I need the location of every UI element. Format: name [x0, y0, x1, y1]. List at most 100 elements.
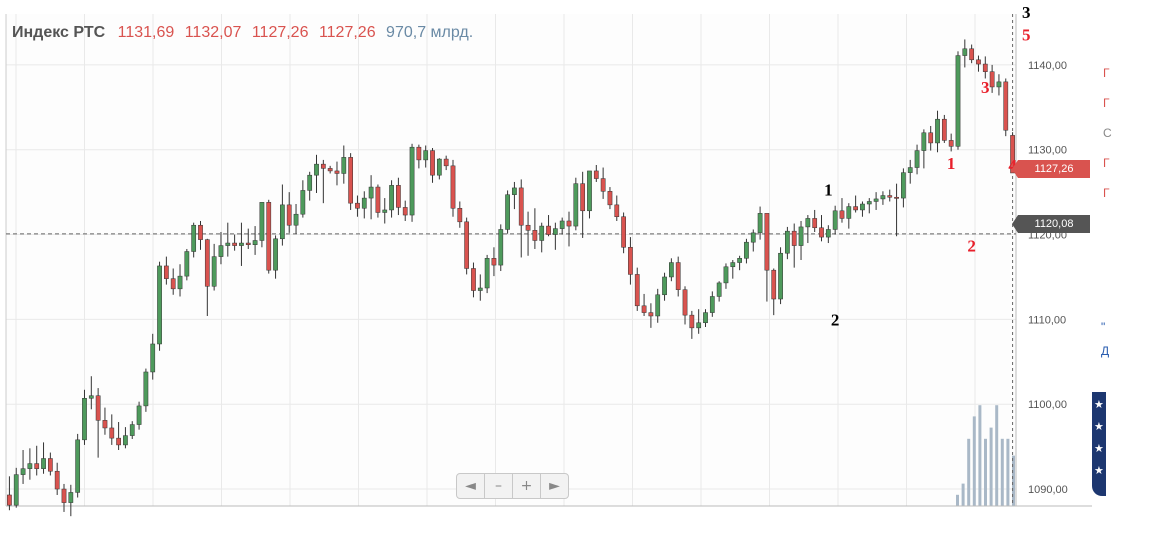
candle-body: [996, 81, 1002, 88]
candle-body: [109, 427, 115, 439]
candle-body: [382, 209, 388, 213]
candle-body: [477, 287, 483, 291]
candle-body: [68, 492, 74, 503]
volume-bar: [972, 416, 976, 506]
volume-bar: [956, 494, 959, 506]
candle-body: [293, 213, 299, 226]
side-mark: Г: [1103, 66, 1110, 80]
candle-body: [286, 204, 292, 226]
candle-body: [539, 225, 545, 241]
crosshair-price-tag: 1120,08: [1012, 215, 1090, 233]
candle-body: [703, 312, 708, 324]
candle-body: [252, 240, 258, 245]
candle-body: [457, 208, 463, 223]
candle-body: [607, 191, 613, 206]
candle-body: [402, 207, 408, 216]
candle-body: [832, 210, 838, 230]
candle-body: [641, 305, 647, 313]
volume-bar: [1012, 455, 1015, 506]
candle-body: [866, 201, 872, 205]
candle-body: [266, 202, 272, 271]
plot-area: [6, 14, 1016, 506]
candle-body: [969, 48, 975, 61]
candle-body: [812, 218, 818, 229]
candle-body: [41, 458, 46, 469]
side-panel-edge: Г Г С Г Г " Д ★ ★ ★ ★: [1092, 14, 1112, 506]
candle-body: [13, 474, 19, 506]
volume-bar: [984, 438, 987, 506]
side-link[interactable]: Д: [1101, 344, 1109, 358]
candle-body: [123, 435, 128, 446]
wave-count-label: 3: [981, 78, 990, 97]
candle-body: [573, 183, 579, 227]
candle-body: [443, 158, 449, 167]
candle-body: [948, 140, 954, 147]
candle-body: [880, 195, 886, 200]
candle-body: [259, 202, 265, 241]
candle-body: [184, 251, 190, 277]
zoom-out-button[interactable]: –: [485, 474, 513, 498]
candle-body: [860, 203, 865, 211]
candle-body: [198, 224, 203, 240]
candle-body: [307, 174, 313, 191]
y-axis-tick-label: 1130,00: [1028, 145, 1067, 157]
candle-body: [518, 187, 524, 226]
candle-body: [88, 395, 94, 399]
candle-body: [935, 118, 940, 144]
candle-body: [600, 178, 606, 192]
candle-body: [129, 424, 135, 436]
candle-body: [34, 463, 40, 469]
candle-body: [430, 150, 435, 176]
candle-body: [368, 186, 374, 199]
candle-body: [102, 420, 108, 429]
candle-body: [320, 163, 326, 169]
scroll-right-button[interactable]: ►: [541, 474, 568, 498]
low-value: 1127,26: [251, 24, 309, 41]
candle-body: [723, 266, 729, 284]
candle-body: [143, 371, 149, 407]
candle-body: [982, 63, 988, 72]
candle-body: [164, 265, 169, 279]
candle-body: [327, 168, 333, 172]
wave-count-label: 5: [1022, 25, 1031, 44]
candle-body: [177, 275, 183, 290]
side-mark: Г: [1103, 96, 1110, 110]
candle-body: [873, 198, 879, 202]
zoom-in-button[interactable]: +: [513, 474, 541, 498]
candle-body: [730, 262, 736, 268]
candle-body: [805, 218, 811, 228]
candle-body: [894, 196, 899, 199]
candle-body: [355, 202, 360, 209]
candle-body: [450, 165, 456, 209]
candle-body: [750, 232, 756, 243]
side-link[interactable]: ": [1101, 320, 1105, 334]
candle-body: [682, 289, 688, 316]
candle-body: [396, 185, 401, 208]
candle-body: [580, 183, 586, 212]
candle-body: [709, 296, 715, 313]
candle-body: [716, 282, 722, 297]
candle-body: [532, 230, 538, 241]
candle-body: [423, 150, 429, 161]
wave-count-label: 1: [824, 181, 833, 200]
side-mark: С: [1103, 126, 1112, 140]
volume-bar: [1000, 438, 1004, 506]
chart-nav-toolbar: ◄ – + ►: [456, 473, 569, 499]
candle-body: [54, 470, 60, 490]
candle-body: [361, 197, 367, 209]
scroll-left-button[interactable]: ◄: [457, 474, 485, 498]
wave-count-label: 2: [831, 310, 840, 329]
candle-body: [136, 405, 142, 425]
candle-body: [225, 242, 231, 246]
candle-body: [662, 276, 667, 296]
candle-body: [771, 269, 777, 300]
candle-body: [546, 225, 551, 235]
candle-body: [853, 206, 858, 211]
wave-count-label: 2: [967, 237, 976, 256]
candle-body: [621, 216, 626, 248]
candle-body: [491, 258, 497, 266]
candle-body: [157, 265, 162, 345]
candle-body: [669, 262, 674, 278]
candle-body: [239, 242, 244, 246]
price-chart[interactable]: 1090,001100,001110,001120,001130,001140,…: [0, 0, 1152, 538]
